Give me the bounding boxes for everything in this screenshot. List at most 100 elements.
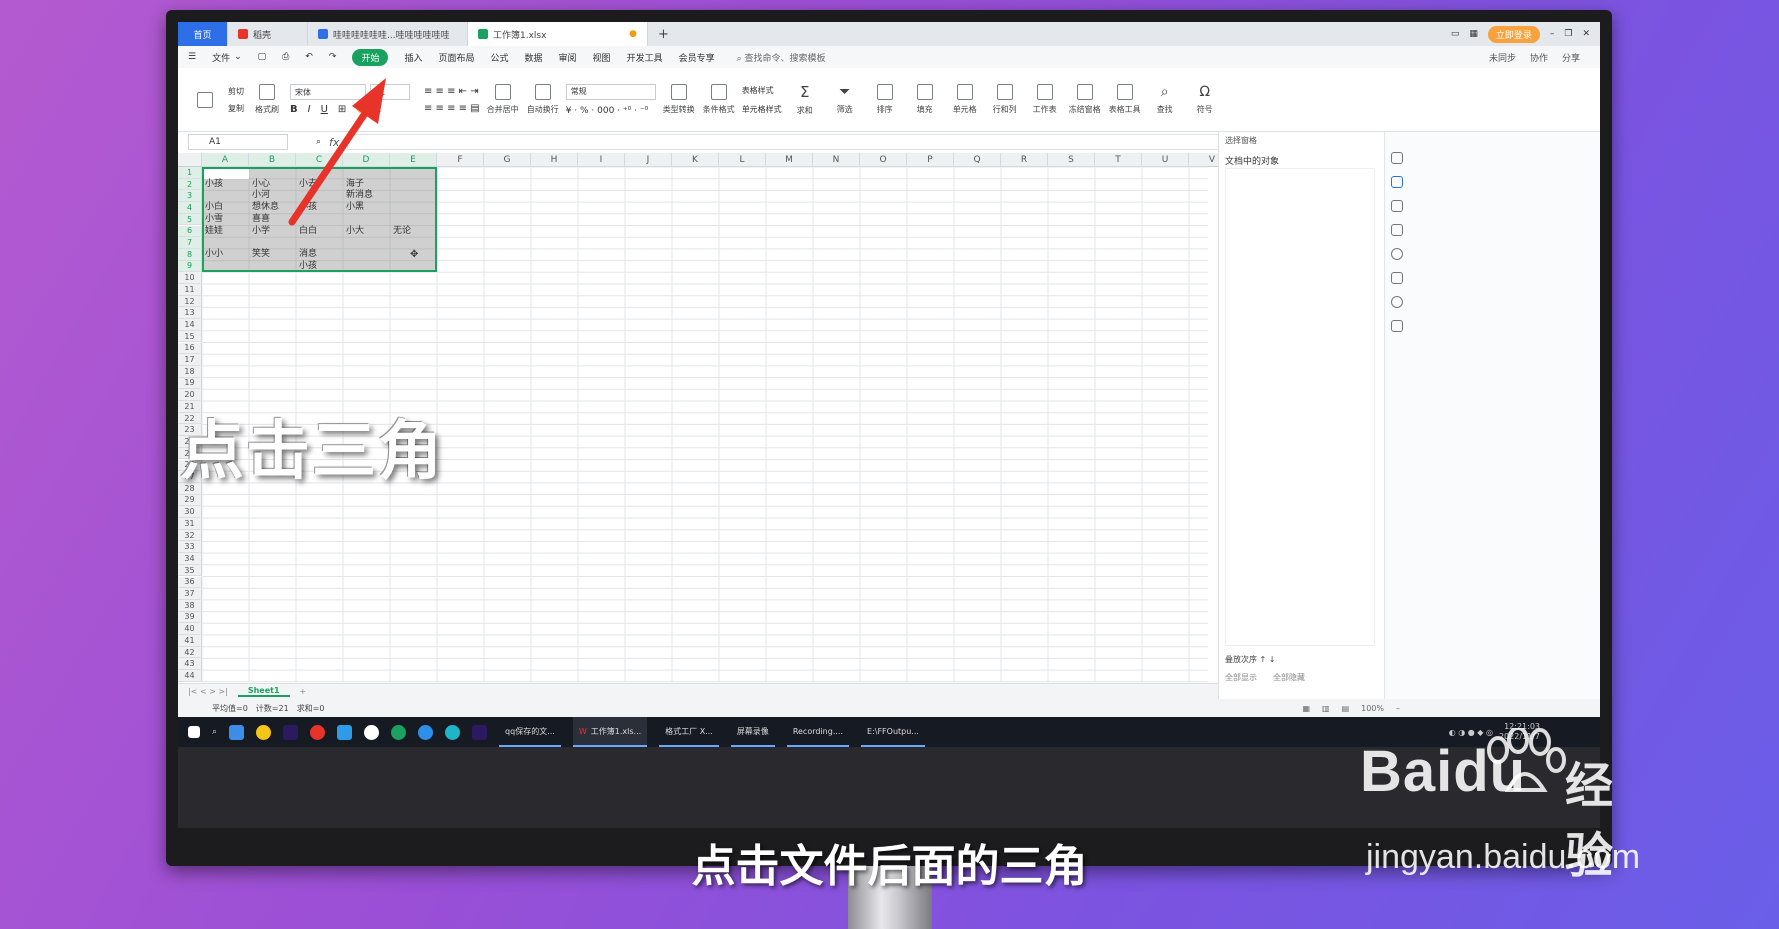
menu-member[interactable]: 会员专享 bbox=[679, 51, 715, 64]
sheet-tab-sheet1[interactable]: Sheet1 bbox=[237, 686, 290, 697]
taskbar-app-ffoutput[interactable]: E:\FFOutpu... bbox=[861, 717, 925, 747]
premiere-icon[interactable] bbox=[283, 724, 299, 740]
edge-ie-icon[interactable] bbox=[418, 724, 434, 740]
new-tab-button[interactable]: + bbox=[648, 22, 679, 46]
collaborate-button[interactable]: 协作 bbox=[1530, 51, 1548, 64]
edge-icon[interactable] bbox=[445, 724, 461, 740]
wechat-icon[interactable] bbox=[391, 724, 407, 740]
align-left-icons[interactable]: ≡ ≡ ≡ ≡ ▤ bbox=[424, 103, 480, 114]
adjust-icon[interactable] bbox=[1391, 200, 1403, 212]
help-icon[interactable] bbox=[1391, 248, 1403, 260]
cell-a6[interactable]: 娃娃 bbox=[202, 225, 249, 238]
format-painter-button[interactable]: 格式刷 bbox=[250, 84, 284, 115]
zoom-level[interactable]: 100% bbox=[1361, 704, 1384, 713]
cell-c2[interactable]: 小去 bbox=[296, 178, 343, 191]
chrome-icon[interactable] bbox=[310, 724, 326, 740]
file-dropdown-triangle-icon[interactable]: ⌄ bbox=[234, 52, 242, 62]
sort-button[interactable]: 排序 bbox=[868, 84, 902, 115]
qq-browser-icon[interactable] bbox=[337, 724, 353, 740]
search-icon[interactable]: ⌕ bbox=[212, 727, 217, 737]
minimize-icon[interactable]: – bbox=[1550, 29, 1555, 39]
rows-cols-button[interactable]: 行和列 bbox=[988, 84, 1022, 115]
arrow-down-icon[interactable]: ↓ bbox=[1269, 655, 1276, 664]
fx-icon[interactable]: fx bbox=[329, 136, 339, 149]
align-top-icons[interactable]: ≡ ≡ ≡ ⇤ ⇥ bbox=[424, 86, 480, 97]
close-icon[interactable]: ✕ bbox=[1582, 29, 1590, 39]
menu-view[interactable]: 视图 bbox=[593, 51, 611, 64]
sum-button[interactable]: Σ 求和 bbox=[788, 83, 822, 116]
taskbar-app-screen-record[interactable]: 屏幕录像 bbox=[730, 717, 775, 747]
windows-start-icon[interactable] bbox=[188, 726, 200, 738]
paste-button[interactable] bbox=[188, 91, 222, 108]
zoom-search-icon[interactable]: ⌕ bbox=[316, 137, 321, 147]
menu-review[interactable]: 审阅 bbox=[559, 51, 577, 64]
number-format-select[interactable]: 常规 bbox=[565, 83, 656, 100]
fill-button[interactable]: 填充 bbox=[908, 84, 942, 115]
worksheet-button[interactable]: 工作表 bbox=[1028, 84, 1062, 115]
find-button[interactable]: ⌕ 查找 bbox=[1148, 84, 1182, 115]
redo-icon[interactable]: ↷ bbox=[329, 52, 337, 62]
cell-a8[interactable]: 小小 bbox=[202, 248, 249, 261]
photos-icon[interactable] bbox=[229, 724, 245, 740]
normal-view-icon[interactable]: ▦ bbox=[1302, 704, 1310, 713]
fill-color-icon[interactable]: ◆ bbox=[356, 104, 364, 115]
cells-button[interactable]: 单元格 bbox=[948, 84, 982, 115]
sync-button[interactable]: 未同步 bbox=[1489, 51, 1516, 64]
border-icon[interactable]: ⊞ bbox=[338, 104, 346, 115]
zoom-out-icon[interactable]: – bbox=[1396, 704, 1400, 713]
taskbar-app-workbook[interactable]: W 工作簿1.xls... bbox=[572, 717, 648, 747]
cell-c4[interactable]: 小孩 bbox=[296, 201, 343, 214]
page-break-view-icon[interactable]: ▤ bbox=[1342, 704, 1350, 713]
tab-workbook[interactable]: 工作簿1.xlsx ● bbox=[468, 22, 648, 46]
book-icon[interactable] bbox=[1391, 320, 1403, 332]
sheet-nav-icons[interactable]: |< < > >| bbox=[188, 687, 228, 696]
font-family-select[interactable]: 宋体 bbox=[290, 84, 366, 100]
page-layout-view-icon[interactable]: ▥ bbox=[1322, 704, 1330, 713]
location-icon[interactable] bbox=[1391, 296, 1403, 308]
underline-button[interactable]: U bbox=[321, 104, 328, 115]
qq-icon[interactable] bbox=[364, 724, 380, 740]
hide-all-button[interactable]: 全部隐藏 bbox=[1273, 672, 1305, 683]
symbol-button[interactable]: Ω 符号 bbox=[1188, 84, 1222, 115]
apps-grid-icon[interactable]: ▦ bbox=[1469, 29, 1478, 39]
command-search[interactable]: ⌕ 查找命令、搜索模板 bbox=[737, 51, 826, 64]
premiere-2-icon[interactable] bbox=[472, 724, 488, 740]
menu-formula[interactable]: 公式 bbox=[491, 51, 509, 64]
cell-style-button[interactable]: 单元格样式 bbox=[742, 104, 782, 115]
hamburger-icon[interactable]: ☰ bbox=[188, 52, 196, 62]
italic-button[interactable]: I bbox=[308, 104, 311, 115]
cell-b8[interactable]: 笑笑 bbox=[249, 248, 296, 261]
arrow-up-icon[interactable]: ↑ bbox=[1260, 655, 1267, 664]
menu-home[interactable]: 开始 bbox=[352, 48, 389, 66]
cell-b6[interactable]: 小学 bbox=[249, 225, 296, 238]
share-button[interactable]: 分享 bbox=[1562, 51, 1580, 64]
copy-button[interactable]: 复制 bbox=[228, 103, 244, 114]
menu-data[interactable]: 数据 bbox=[525, 51, 543, 64]
image-icon[interactable] bbox=[1391, 272, 1403, 284]
cell-d6[interactable]: 小大 bbox=[343, 225, 390, 238]
tab-home[interactable]: 首页 bbox=[178, 22, 228, 46]
select-pointer-icon[interactable] bbox=[1391, 176, 1403, 188]
undo-icon[interactable]: ↶ bbox=[305, 52, 313, 62]
tab-word-doc[interactable]: 哇哇哇哇哇哇...哇哇哇哇哇哇 bbox=[308, 22, 468, 46]
save-icon[interactable]: ▢ bbox=[258, 52, 267, 62]
pin-icon[interactable] bbox=[1391, 152, 1403, 164]
type-convert-button[interactable]: 类型转换 bbox=[662, 84, 696, 115]
add-sheet-button[interactable]: + bbox=[300, 687, 307, 696]
taskbar-app-recording[interactable]: Recording.... bbox=[786, 717, 849, 747]
layout-icon[interactable]: ▭ bbox=[1451, 29, 1460, 39]
print-icon[interactable]: ⎙ bbox=[282, 52, 289, 62]
show-all-button[interactable]: 全部显示 bbox=[1225, 672, 1257, 683]
outline-icon[interactable] bbox=[1391, 224, 1403, 236]
cell-e6[interactable]: 无论 bbox=[390, 225, 437, 238]
taskbar-app-format-factory[interactable]: 格式工厂 X... bbox=[659, 717, 719, 747]
conditional-format-button[interactable]: 条件格式 bbox=[702, 84, 736, 115]
menu-page-layout[interactable]: 页面布局 bbox=[438, 51, 474, 64]
filter-button[interactable]: ⏷ 筛选 bbox=[828, 84, 862, 115]
restore-icon[interactable]: ❐ bbox=[1564, 29, 1572, 39]
name-box[interactable]: A1 bbox=[188, 134, 288, 150]
table-style-button[interactable]: 表格样式 bbox=[742, 85, 782, 96]
menu-developer[interactable]: 开发工具 bbox=[627, 51, 663, 64]
tab-docer[interactable]: 稻壳 bbox=[228, 22, 308, 46]
selection-pane-title[interactable]: 选择窗格 bbox=[1219, 132, 1383, 148]
